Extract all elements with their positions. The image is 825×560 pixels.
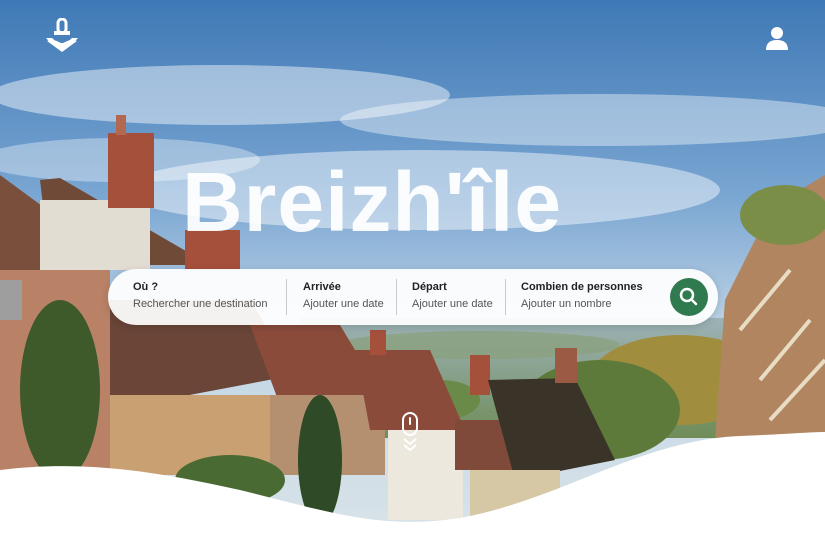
brand-title: Breizh'île <box>182 155 563 249</box>
departure-field[interactable]: Départ Ajouter une date <box>412 279 502 315</box>
hero-section: Breizh'île Où ? Rechercher une destinati… <box>0 0 825 560</box>
guests-placeholder[interactable]: Ajouter un nombre <box>521 295 656 313</box>
brand-logo: Breizh'île <box>182 152 652 252</box>
destination-field[interactable]: Où ? Rechercher une destination <box>133 279 283 315</box>
departure-placeholder[interactable]: Ajouter une date <box>412 295 502 313</box>
destination-placeholder[interactable]: Rechercher une destination <box>133 295 283 313</box>
search-divider <box>286 279 287 315</box>
user-icon[interactable] <box>763 24 791 52</box>
scroll-down-icon[interactable] <box>400 412 420 452</box>
search-divider <box>505 279 506 315</box>
search-divider <box>396 279 397 315</box>
search-icon <box>679 287 698 306</box>
destination-label: Où ? <box>133 281 159 293</box>
anchor-icon[interactable] <box>44 18 80 54</box>
arrival-field[interactable]: Arrivée Ajouter une date <box>303 279 393 315</box>
guests-field[interactable]: Combien de personnes Ajouter un nombre <box>521 279 656 315</box>
departure-label: Départ <box>412 281 447 293</box>
search-bar: Où ? Rechercher une destination Arrivée … <box>108 269 718 325</box>
arrival-label: Arrivée <box>303 281 341 293</box>
guests-label: Combien de personnes <box>521 281 643 293</box>
arrival-placeholder[interactable]: Ajouter une date <box>303 295 393 313</box>
search-button[interactable] <box>670 278 708 316</box>
